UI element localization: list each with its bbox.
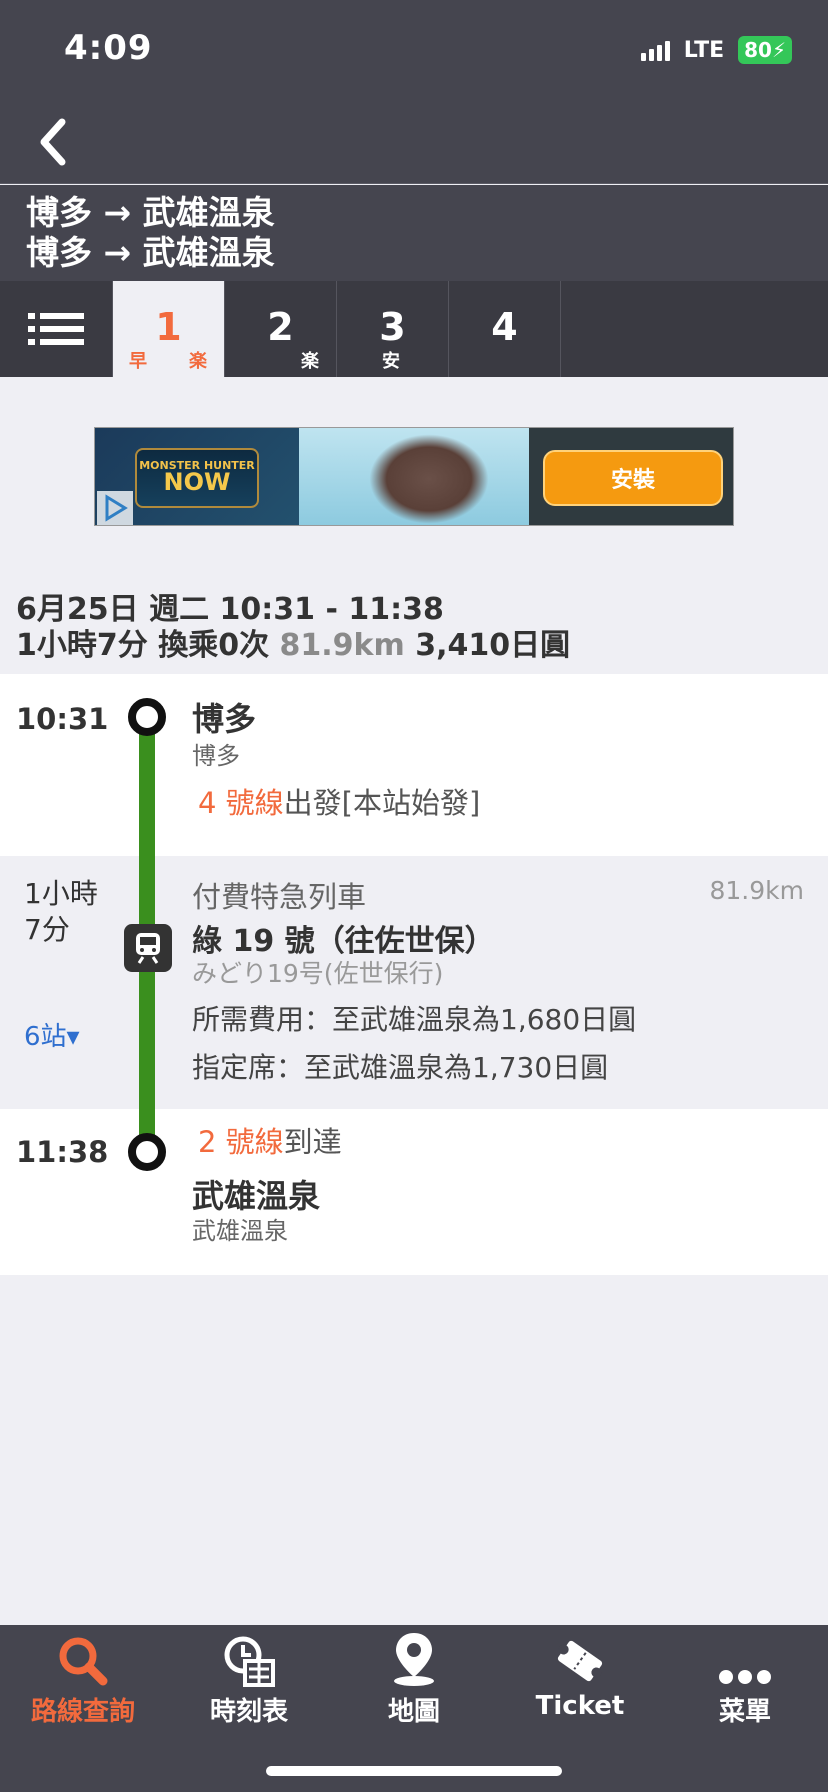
fare-info: 所需費用：至武雄溫泉為1,680日圓 [192, 1003, 637, 1036]
nav-timetable[interactable]: 時刻表 [166, 1625, 332, 1745]
battery-icon: 80⚡ [738, 36, 792, 64]
train-icon [124, 924, 172, 972]
route-stats: 1小時7分 換乘0次 81.9km 3,410日圓 [16, 628, 816, 664]
map-pin-icon [331, 1625, 497, 1691]
ticket-icon [497, 1625, 663, 1691]
arrival-platform: 2 號線到達 [198, 1125, 342, 1159]
route-title-line1: 博多 → 武雄溫泉 [26, 193, 275, 232]
total-duration: 1小時7分 [16, 628, 148, 663]
tab-route-4[interactable]: 4 [448, 281, 560, 377]
nav-menu[interactable]: 菜單 [662, 1625, 828, 1745]
departure-time: 10:31 [16, 702, 109, 736]
arrival-section: 11:38 2 號線到達 武雄溫泉 武雄溫泉 [0, 1109, 828, 1275]
train-type: 付費特急列車 [192, 880, 367, 914]
arrival-node [128, 1133, 166, 1171]
status-bar: 4:09 LTE 80⚡ [0, 0, 828, 100]
tab-route-1[interactable]: 1 早 楽 [112, 281, 224, 377]
nav-route-search[interactable]: 路線查詢 [0, 1625, 166, 1745]
departure-station[interactable]: 博多 [192, 694, 256, 740]
nav-label: Ticket [535, 1691, 625, 1721]
tab-tag-cheap: 安 [382, 351, 400, 372]
battery-level: 80 [744, 38, 772, 62]
monster-image [369, 434, 489, 524]
list-icon [28, 313, 84, 345]
nav-label: 菜單 [718, 1697, 771, 1727]
tab-route-3[interactable]: 3 安 [336, 281, 448, 377]
date-time-range: 6月25日 週二 10:31 - 11:38 [16, 592, 444, 627]
tab-tag-fast: 早 [129, 351, 147, 372]
status-indicators: LTE 80⚡ [640, 36, 792, 64]
arrival-time: 11:38 [16, 1135, 109, 1169]
tab-number: 2 [267, 305, 294, 349]
route-tabs: 1 早 楽 2 楽 3 安 4 [0, 281, 828, 377]
nav-label: 地圖 [387, 1697, 440, 1727]
departure-node [128, 698, 166, 736]
ad-banner[interactable]: MONSTER HUNTER NOW 安裝 [94, 427, 734, 526]
ride-distance: 81.9km [709, 876, 805, 905]
search-icon [0, 1625, 166, 1691]
chevron-left-icon [40, 118, 66, 166]
transfer-count: 換乘0次 [158, 628, 270, 663]
bottom-nav: 路線查詢 時刻表 地圖 Ticket 菜單 [0, 1625, 828, 1792]
signal-icon [640, 39, 670, 61]
nav-ticket[interactable]: Ticket [497, 1625, 663, 1745]
reserved-seat-info: 指定席：至武雄溫泉為1,730日圓 [192, 1051, 609, 1084]
timetable-icon [166, 1625, 332, 1691]
network-type: LTE [683, 37, 725, 63]
route-title: 博多 → 武雄溫泉 博多 → 武雄溫泉 [0, 185, 828, 281]
tab-number: 3 [379, 305, 406, 349]
ride-duration: 1小時 7分 [24, 877, 98, 946]
more-icon [662, 1625, 828, 1691]
tab-number: 4 [491, 305, 518, 349]
train-name-jp: みどり19号(佐世保行) [192, 959, 444, 988]
tab-tag-easy: 楽 [301, 351, 319, 372]
departure-section: 10:31 博多 博多 4 號線出發[本站始發] [0, 674, 828, 856]
total-fare: 3,410日圓 [415, 628, 571, 663]
total-distance: 81.9km [279, 628, 405, 663]
arrival-station-sub: 武雄溫泉 [192, 1217, 288, 1245]
tab-route-2[interactable]: 2 楽 [224, 281, 336, 377]
nav-label: 時刻表 [209, 1697, 288, 1727]
ad-choices-icon[interactable] [97, 491, 133, 525]
stops-toggle[interactable]: 6站▾ [24, 1016, 80, 1053]
nav-label: 路線查詢 [30, 1697, 135, 1727]
ad-install-button[interactable]: 安裝 [543, 450, 723, 506]
home-indicator[interactable] [266, 1766, 562, 1776]
tab-tag-easy: 楽 [189, 351, 207, 372]
tab-number: 1 [155, 305, 182, 349]
route-summary: 6月25日 週二 10:31 - 11:38 1小時7分 換乘0次 81.9km… [16, 592, 816, 664]
departure-station-sub: 博多 [192, 742, 240, 770]
ad-image [299, 428, 529, 525]
nav-map[interactable]: 地圖 [331, 1625, 497, 1745]
game-logo: MONSTER HUNTER NOW [135, 448, 259, 508]
departure-platform: 4 號線出發[本站始發] [198, 786, 481, 820]
list-menu-button[interactable] [0, 281, 112, 377]
status-time: 4:09 [64, 28, 153, 68]
back-button[interactable] [22, 112, 82, 172]
route-title-line2: 博多 → 武雄溫泉 [26, 233, 275, 272]
nav-bar [0, 100, 828, 184]
